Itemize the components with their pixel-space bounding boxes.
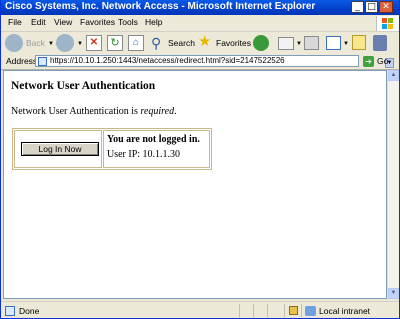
status-text: Done bbox=[19, 306, 40, 316]
menu-tools[interactable]: Tools bbox=[118, 17, 138, 27]
auth-required-prefix: Network User Authentication is bbox=[11, 106, 141, 117]
title-bar[interactable]: Cisco Systems, Inc. Network Access - Mic… bbox=[1, 0, 399, 15]
forward-dropdown-icon[interactable]: ▼ bbox=[77, 41, 83, 47]
padlock-icon[interactable] bbox=[289, 306, 298, 315]
auth-required-emphasis: required bbox=[140, 106, 175, 117]
status-divider bbox=[301, 304, 302, 317]
menu-bar: File Edit View Favorites Tools Help bbox=[1, 15, 399, 32]
vertical-scrollbar[interactable]: ▲ ▼ bbox=[387, 70, 399, 299]
menu-help[interactable]: Help bbox=[145, 17, 162, 27]
stop-icon[interactable]: ✕ bbox=[86, 35, 102, 51]
status-divider bbox=[267, 304, 268, 317]
page-title: Network User Authentication bbox=[11, 80, 156, 92]
back-label[interactable]: Back bbox=[26, 38, 45, 48]
minimize-button[interactable]: _ bbox=[351, 1, 364, 13]
refresh-icon[interactable]: ↻ bbox=[107, 35, 123, 51]
not-logged-in-text: You are not logged in. bbox=[107, 134, 200, 145]
go-arrow-icon[interactable]: ➔ bbox=[363, 56, 374, 67]
back-arrow-icon[interactable] bbox=[5, 34, 23, 52]
scroll-up-icon[interactable]: ▲ bbox=[388, 70, 399, 81]
user-ip-text: User IP: 10.1.1.30 bbox=[107, 149, 181, 160]
windows-logo-icon bbox=[376, 16, 399, 31]
home-icon[interactable]: ⌂ bbox=[128, 35, 144, 51]
menu-view[interactable]: View bbox=[54, 17, 72, 27]
window-title: Cisco Systems, Inc. Network Access - Mic… bbox=[5, 1, 316, 12]
forward-arrow-icon[interactable] bbox=[56, 34, 74, 52]
security-zone-text[interactable]: Local intranet bbox=[319, 306, 370, 316]
auth-table: Log In Now You are not logged in. User I… bbox=[12, 128, 212, 170]
go-button[interactable]: Go bbox=[377, 56, 388, 66]
favorites-star-icon[interactable]: ★ bbox=[198, 34, 214, 50]
address-label: Address bbox=[6, 56, 38, 66]
back-dropdown-icon[interactable]: ▼ bbox=[48, 41, 54, 47]
scroll-down-icon[interactable]: ▼ bbox=[388, 288, 399, 299]
status-divider bbox=[253, 304, 254, 317]
toolbar: Back ▼ ▼ ✕ ↻ ⌂ ⚲ Search ★ Favorites ▼ ▼ bbox=[1, 32, 399, 55]
menu-favorites[interactable]: Favorites bbox=[80, 17, 115, 27]
login-cell: Log In Now bbox=[14, 130, 102, 168]
print-icon[interactable] bbox=[304, 36, 319, 50]
status-bar: Done Local intranet bbox=[1, 301, 399, 318]
messenger-icon[interactable] bbox=[373, 35, 387, 51]
edit-icon[interactable] bbox=[326, 36, 341, 50]
page-done-icon bbox=[5, 306, 15, 316]
favorites-label[interactable]: Favorites bbox=[216, 38, 251, 48]
browser-window: Cisco Systems, Inc. Network Access - Mic… bbox=[0, 0, 400, 319]
login-status-cell: You are not logged in. User IP: 10.1.1.3… bbox=[103, 130, 210, 168]
menu-edit[interactable]: Edit bbox=[31, 17, 46, 27]
close-button[interactable]: ✕ bbox=[379, 1, 393, 13]
menu-file[interactable]: File bbox=[8, 17, 22, 27]
intranet-zone-icon bbox=[305, 306, 316, 316]
status-divider bbox=[284, 304, 285, 317]
mail-dropdown-icon[interactable]: ▼ bbox=[296, 41, 302, 47]
auth-required-suffix: . bbox=[174, 106, 177, 117]
address-bar: Address https://10.10.1.250:1443/netacce… bbox=[1, 54, 399, 70]
log-in-now-button[interactable]: Log In Now bbox=[21, 142, 99, 156]
status-divider bbox=[239, 304, 240, 317]
mail-icon[interactable] bbox=[278, 37, 294, 50]
page-content: Network User Authentication Network User… bbox=[3, 70, 387, 299]
media-icon[interactable] bbox=[253, 35, 269, 51]
page-icon bbox=[38, 57, 47, 66]
discuss-icon[interactable] bbox=[352, 35, 366, 50]
maximize-button[interactable]: □ bbox=[365, 1, 378, 13]
edit-dropdown-icon[interactable]: ▼ bbox=[343, 41, 349, 47]
auth-required-text: Network User Authentication is required. bbox=[11, 106, 177, 117]
search-label[interactable]: Search bbox=[168, 38, 195, 48]
search-icon[interactable]: ⚲ bbox=[151, 35, 167, 51]
address-input[interactable]: https://10.10.1.250:1443/netaccess/redir… bbox=[35, 55, 394, 68]
address-url[interactable]: https://10.10.1.250:1443/netaccess/redir… bbox=[50, 56, 285, 65]
